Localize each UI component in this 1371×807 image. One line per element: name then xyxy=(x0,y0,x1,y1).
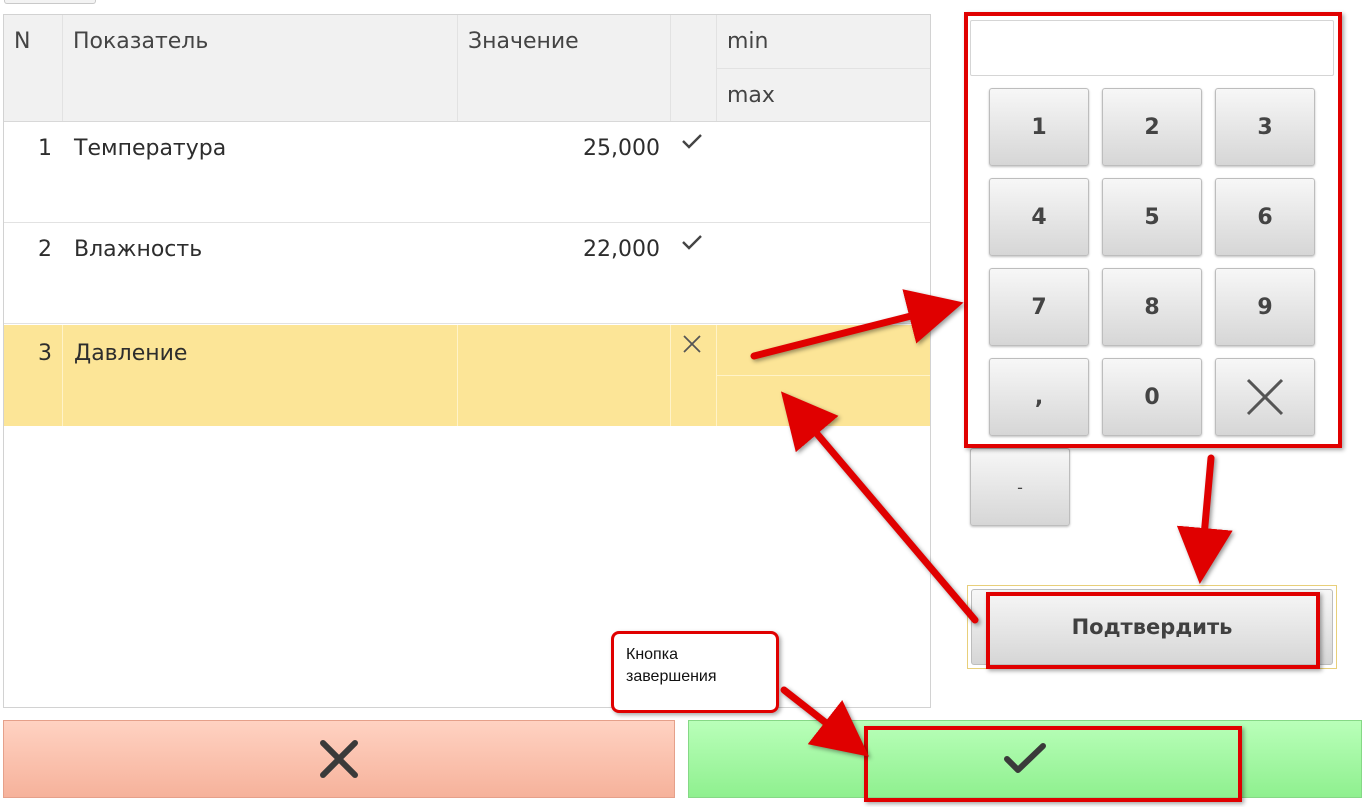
indicator-name: Влажность xyxy=(74,237,203,262)
indicator-value[interactable]: 22,000 xyxy=(458,237,660,262)
check-icon xyxy=(682,235,702,250)
column-header-value: Значение xyxy=(458,15,670,121)
max-input-cell[interactable] xyxy=(717,376,930,426)
header-divider xyxy=(717,68,930,69)
indicator-value[interactable]: 25,000 xyxy=(458,136,660,161)
cross-icon xyxy=(683,335,701,353)
column-header-status xyxy=(671,15,716,121)
row-number: 2 xyxy=(38,237,52,262)
indicators-table: N Показатель Значение min max 1 Температ… xyxy=(3,14,931,708)
check-icon xyxy=(682,134,702,149)
indicator-name: Температура xyxy=(74,136,227,161)
table-row[interactable]: 2 Влажность 22,000 xyxy=(4,223,930,324)
top-toolbar-fragment xyxy=(4,0,96,4)
column-divider xyxy=(457,15,458,121)
callout-line: Кнопка xyxy=(626,646,678,663)
column-header-n: N xyxy=(4,15,62,121)
callout-line: завершения xyxy=(626,668,717,685)
close-icon xyxy=(320,740,358,778)
column-divider xyxy=(716,15,717,121)
column-header-max: max xyxy=(717,69,930,121)
column-header-indicator: Показатель xyxy=(63,15,457,121)
column-header-min: min xyxy=(717,15,930,68)
min-input-cell[interactable] xyxy=(717,325,930,375)
table-row[interactable]: 1 Температура 25,000 xyxy=(4,122,930,223)
column-divider xyxy=(670,15,671,121)
finish-highlight xyxy=(864,726,1242,802)
annotation-callout: Кнопка завершения xyxy=(611,631,779,713)
column-divider xyxy=(457,325,458,426)
key-minus[interactable]: - xyxy=(970,448,1070,526)
cancel-button[interactable] xyxy=(3,720,675,798)
column-divider xyxy=(62,15,63,121)
confirm-highlight xyxy=(986,592,1320,669)
column-divider xyxy=(62,325,63,426)
row-number: 1 xyxy=(38,136,52,161)
arrow-keypad-to-confirm xyxy=(1176,454,1233,584)
indicator-name: Давление xyxy=(74,341,188,366)
row-divider xyxy=(4,323,930,324)
keypad-highlight xyxy=(964,12,1342,448)
column-divider xyxy=(670,325,671,426)
table-row-selected[interactable]: 3 Давление xyxy=(4,325,930,426)
row-number: 3 xyxy=(38,341,52,366)
